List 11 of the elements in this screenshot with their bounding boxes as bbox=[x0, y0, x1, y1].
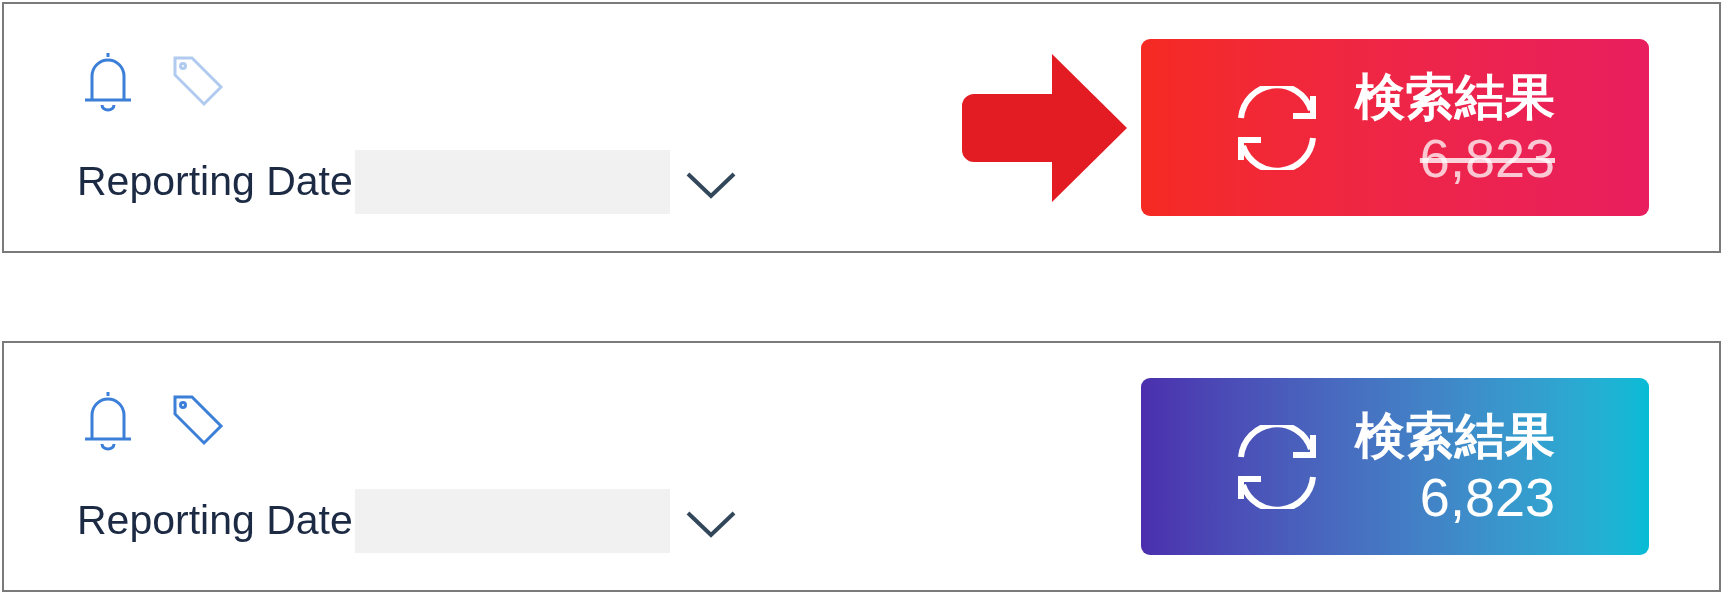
field-label: Reporting Date bbox=[77, 161, 353, 202]
refresh-icon bbox=[1235, 424, 1319, 509]
field-label: Reporting Date bbox=[77, 500, 353, 541]
button-title: 検索結果 bbox=[1355, 405, 1555, 466]
chevron-down-icon[interactable] bbox=[684, 170, 737, 201]
button-title: 検索結果 bbox=[1355, 66, 1555, 127]
chevron-down-icon[interactable] bbox=[684, 509, 737, 540]
search-results-button[interactable]: 検索結果 6,823 bbox=[1141, 378, 1649, 555]
result-count: 6,823 bbox=[1419, 465, 1555, 528]
refresh-icon bbox=[1235, 85, 1319, 170]
tag-icon[interactable] bbox=[172, 393, 224, 446]
